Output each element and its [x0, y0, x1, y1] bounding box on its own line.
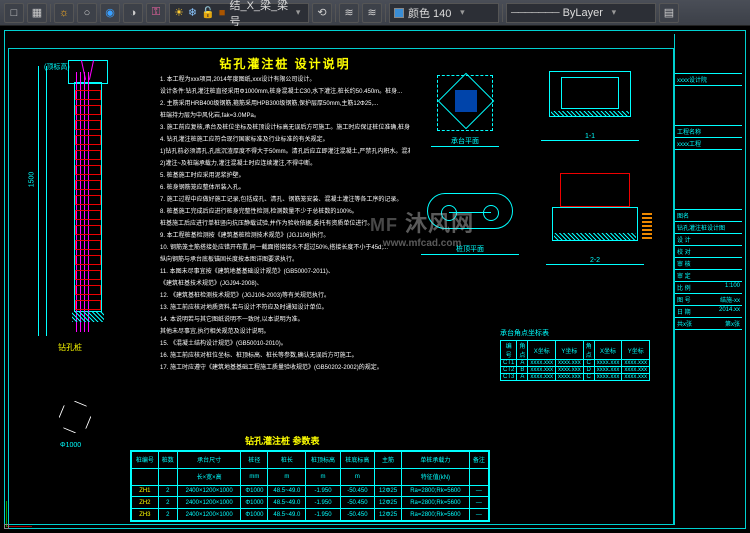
hatch-btn-2[interactable]: ≋ — [362, 3, 382, 23]
detail-section-2: 2-2 — [545, 166, 645, 256]
note-line: 8. 桩基施工完成后应进行桩身完整性检测,检测数量不少于总桩数的100%。 — [160, 206, 410, 218]
titleblock-row: 校 对 — [675, 246, 742, 258]
tool-btn-1[interactable]: □ — [4, 3, 24, 23]
note-line: 7. 施工过程中应做好施工记录,包括成孔、清孔、钢筋笼安装、混凝土灌注等各工序的… — [160, 194, 410, 206]
linetype-selector[interactable]: ─────── ByLayer ▾ — [506, 3, 656, 23]
freeze-icon: ❄ — [188, 6, 197, 19]
detail-pile-top-plan: 桩顶平面 — [420, 176, 520, 246]
pile-cross-section: Φ1000 — [60, 402, 100, 442]
titleblock-row: 共x张第x张 — [675, 318, 742, 330]
pile-title: 钻孔桩 — [58, 342, 82, 353]
tool-lock-icon[interactable]: ⚿ — [146, 3, 166, 23]
tool-btn-9[interactable]: ⟲ — [312, 3, 332, 23]
linetype-label: ByLayer — [563, 7, 603, 19]
titleblock-row: 审 核 — [675, 258, 742, 270]
tool-btn-6[interactable]: ◑ — [123, 3, 143, 23]
layer-color-swatch: ■ — [219, 7, 226, 19]
titleblock-row: 审 定 — [675, 270, 742, 282]
notes-title: 钻孔灌注桩 设计说明 — [160, 58, 410, 70]
note-line: 5. 桩基施工时应采用泥浆护壁。 — [160, 170, 410, 182]
dim-line — [46, 66, 47, 336]
tool-btn-5[interactable]: ◉ — [100, 3, 120, 23]
note-line: 1. 本工程为xxx项目,2014年度图纸,xxx设计有限公司设计。 — [160, 74, 410, 86]
note-line: 桩基施工后应进行单桩竖向抗压静载试验,并作为验收依据,委托有资质单位进行。 — [160, 218, 410, 230]
ucs-icon — [6, 499, 34, 527]
note-line: 纵向钢筋与承台底板锚固长度按本图详图要求执行。 — [160, 254, 410, 266]
note-line: 16. 施工前应核对桩位坐标、桩顶标高、桩长等参数,确认无误后方可施工。 — [160, 350, 410, 362]
drawing-area[interactable]: 1500 (顶标高) 钻孔桩 钻孔灌注桩 设计说明 1. 本工程为xxx项目,2… — [0, 26, 750, 533]
note-line: 10. 钢筋笼主筋搭接处应错开布置,同一截面搭接接头不超过50%,搭接长度不小于… — [160, 242, 410, 254]
title-block: xxxx设计院 工程名称 xxxx工程 图名 钻孔灌注桩设计图 设 计校 对审 … — [674, 34, 742, 525]
note-line: 桩端持力层为中风化岩,fak=3.0MPa。 — [160, 110, 410, 122]
titleblock-row: 图 号结施-xx — [675, 294, 742, 306]
note-line: 设计条件:钻孔灌注桩直径采用Φ1000mm,桩身混凝土C30,水下灌注,桩长约5… — [160, 86, 410, 98]
hatch-btn-1[interactable]: ≋ — [339, 3, 359, 23]
note-line: 4. 钻孔灌注桩施工应符合现行国家标准及行业标准的有关规定。 — [160, 134, 410, 146]
note-line: 17. 施工时应遵守《建筑地基基础工程施工质量验收规范》(GB50202-200… — [160, 362, 410, 374]
dim-text: 1500 — [28, 172, 35, 188]
dim-line — [38, 66, 39, 336]
titleblock-row: 设 计 — [675, 234, 742, 246]
sun-icon: ☀ — [174, 6, 184, 19]
note-line: 12. 《建筑基桩检测技术规范》(JGJ106-2003)等有关规范执行。 — [160, 290, 410, 302]
layer-name: 结_X_梁_梁号 — [229, 0, 288, 29]
color-selector[interactable]: 颜色 140 ▾ — [389, 3, 499, 23]
note-line: 2)灌注~及桩端承载力,灌注混凝土时应连续灌注,不得中断。 — [160, 158, 410, 170]
note-line: 其他未尽事宜,执行相关规范及设计说明。 — [160, 326, 410, 338]
note-line: 13. 施工前应核对地质资料,若与设计不符应及时通知设计单位。 — [160, 302, 410, 314]
layer-selector[interactable]: ☀ ❄ 🔓 ■ 结_X_梁_梁号 ▾ — [169, 3, 309, 23]
note-line: 2. 主筋采用HRB400级钢筋,箍筋采用HPB300级钢筋,保护层厚50mm,… — [160, 98, 410, 110]
tool-btn-4[interactable]: ○ — [77, 3, 97, 23]
dim-text: (顶标高) — [44, 62, 70, 72]
color-label: 颜色 140 — [408, 5, 451, 21]
coordinate-table: 承台角点坐标表 编号角点X坐标Y坐标角点X坐标Y坐标CT1Axxxx.xxxxx… — [500, 328, 630, 381]
design-notes: 钻孔灌注桩 设计说明 1. 本工程为xxx项目,2014年度图纸,xxx设计有限… — [160, 58, 410, 374]
note-line: 11. 本图未尽事宜按《建筑地基基础设计规范》(GB50007-2011)、 — [160, 266, 410, 278]
note-line: 1)钻孔前必须清孔,孔底沉渣厚度不得大于50mm。清孔后应立即灌注混凝土,严禁孔… — [160, 146, 410, 158]
linetype-preview: ─────── — [511, 7, 559, 19]
param-table-title: 钻孔灌注桩 参数表 — [245, 434, 320, 447]
color-swatch-icon — [394, 8, 404, 18]
chevron-down-icon: ▾ — [455, 7, 469, 18]
note-line: 6. 桩身钢筋笼应整体吊装入孔。 — [160, 182, 410, 194]
pile-elevation — [58, 60, 118, 340]
titleblock-row: 比 例1:100 — [675, 282, 742, 294]
note-line: 9. 本工程桩基检测按《建筑基桩检测技术规范》(JGJ106)执行。 — [160, 230, 410, 242]
tool-btn-2[interactable]: ▦ — [27, 3, 47, 23]
note-line: 3. 施工前应复核,承台及桩位坐标及桩顶设计标高无误后方可施工。施工时应保证桩位… — [160, 122, 410, 134]
tool-btn-end[interactable]: ▤ — [659, 3, 679, 23]
detail-section-1: 1-1 — [540, 62, 640, 132]
chevron-down-icon: ▾ — [292, 7, 304, 18]
note-line: 14. 本说明若与其它图纸说明不一致时,以本说明为准。 — [160, 314, 410, 326]
tool-sun-icon[interactable]: ☼ — [54, 3, 74, 23]
chevron-down-icon: ▾ — [607, 7, 621, 18]
note-line: 《建筑桩基技术规范》(JGJ94-2008)、 — [160, 278, 410, 290]
param-table: 桩编号桩数承台尺寸桩径桩长桩顶标高桩底标高主筋单桩承载力备注长×宽×高mmmmm… — [130, 450, 490, 522]
detail-cap-plan: 承台平面 — [430, 68, 500, 138]
top-toolbar: □ ▦ ☼ ○ ◉ ◑ ⚿ ☀ ❄ 🔓 ■ 结_X_梁_梁号 ▾ ⟲ ≋ ≋ 颜… — [0, 0, 750, 26]
lock-icon: 🔓 — [201, 6, 215, 19]
note-line: 15. 《混凝土结构设计规范》(GB50010-2010)。 — [160, 338, 410, 350]
titleblock-row: 日 期2014.xx — [675, 306, 742, 318]
